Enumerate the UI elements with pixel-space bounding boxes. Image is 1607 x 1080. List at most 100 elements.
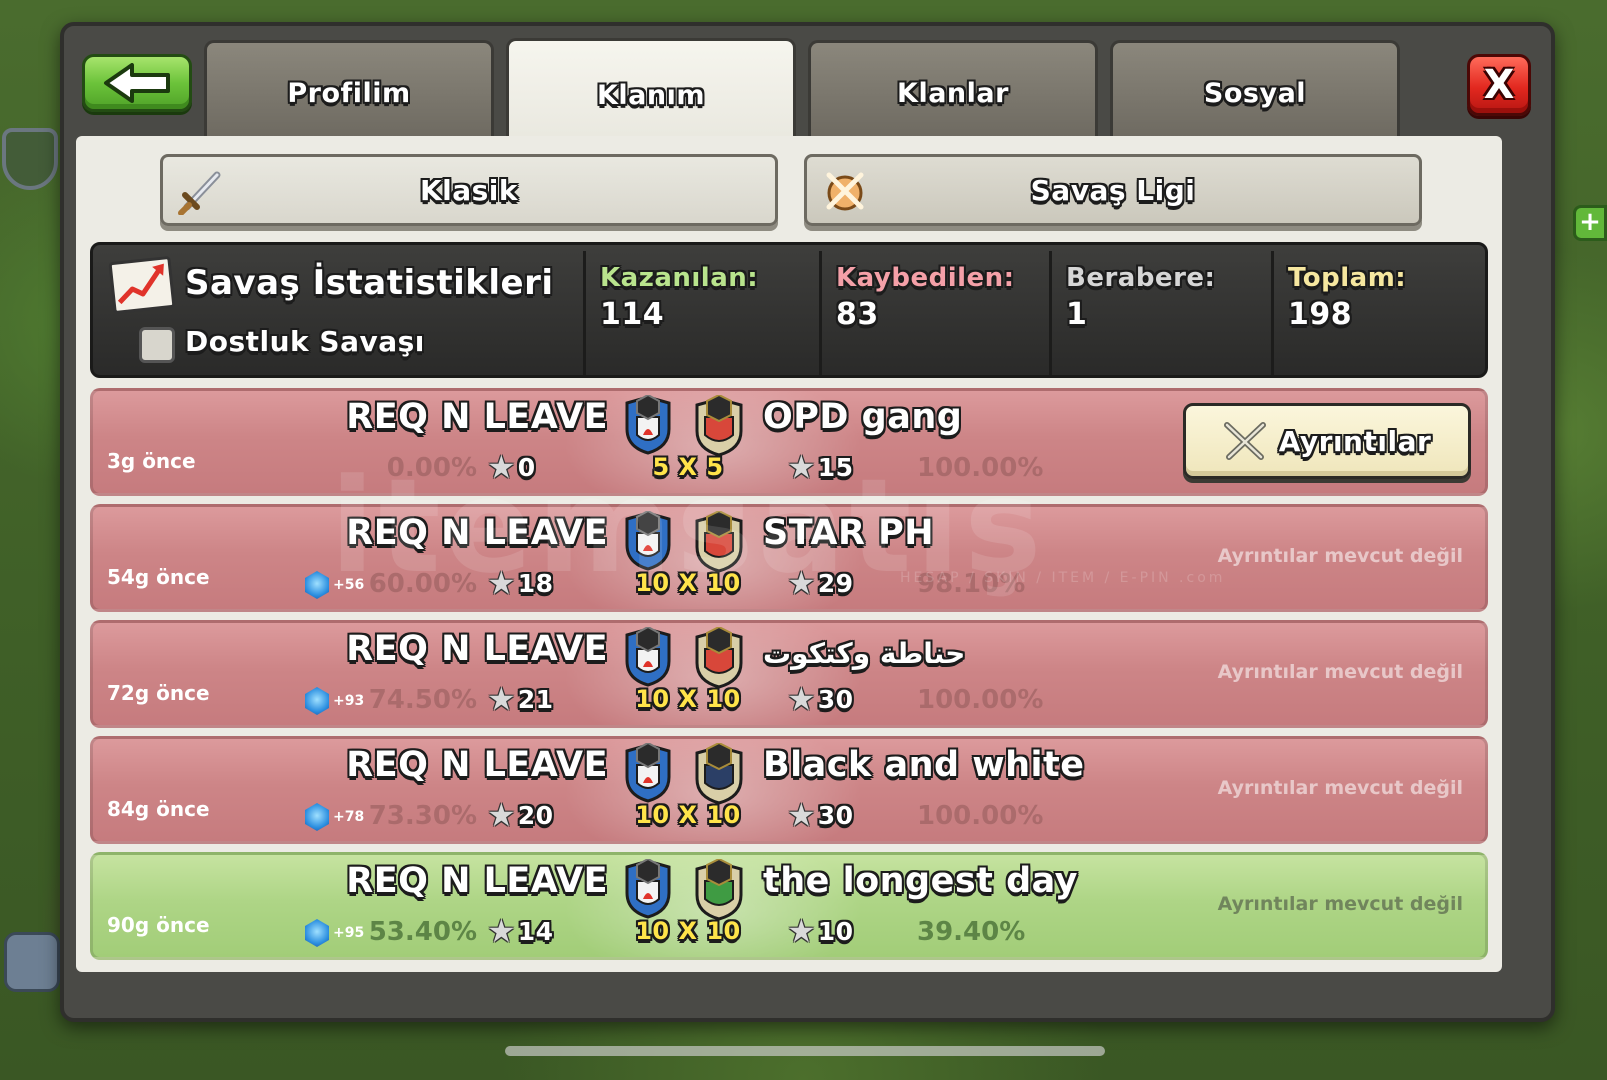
chart-icon <box>108 255 176 315</box>
enemy-clan-badge-icon <box>693 857 745 921</box>
enemy-stars: ★ 30 <box>787 799 853 831</box>
stat-label: Berabere: <box>1066 263 1216 293</box>
home-stars: ★ 20 <box>487 799 553 831</box>
home-clan-name: REQ N LEAVE <box>346 861 608 901</box>
tab-label: Klanlar <box>897 78 1009 109</box>
stat-draw: Berabere: 1 <box>1049 251 1271 375</box>
war-time-ago: 72g önce <box>107 681 210 705</box>
shield-icon <box>2 128 58 190</box>
war-time-ago: 84g önce <box>107 797 210 821</box>
enemy-clan-name: حناطة وكتكوت <box>763 637 966 670</box>
star-icon: ★ <box>787 796 816 834</box>
xp-value: +78 <box>333 809 365 825</box>
tab-profilim[interactable]: Profilim <box>204 40 494 144</box>
tab-label: Klanım <box>596 80 705 111</box>
subtab-savas-ligi[interactable]: Savaş Ligi <box>804 154 1422 226</box>
subtab-klasik[interactable]: Klasik <box>160 154 778 226</box>
enemy-stars: ★ 29 <box>787 567 853 599</box>
stat-value: 114 <box>600 297 665 332</box>
star-icon: ★ <box>787 680 816 718</box>
home-clan-badge-icon <box>623 509 673 571</box>
tab-klanlar[interactable]: Klanlar <box>808 40 1098 144</box>
clan-xp: +78 <box>305 803 364 831</box>
enemy-clan-name: STAR PH <box>763 513 935 553</box>
star-count: 29 <box>817 568 854 598</box>
home-indicator[interactable] <box>505 1046 1105 1056</box>
enemy-clan-name: OPD gang <box>763 397 963 437</box>
star-count: 20 <box>517 800 554 830</box>
xp-value: +56 <box>333 577 365 593</box>
friendly-war-checkbox[interactable] <box>139 327 175 363</box>
close-icon: X <box>1483 62 1515 108</box>
clan-window: Profilim Klanım Klanlar Sosyal X Klasik … <box>60 22 1555 1022</box>
enemy-clan-badge-icon <box>693 393 745 457</box>
xp-gem-icon <box>305 919 329 947</box>
details-button[interactable]: Ayrıntılar <box>1183 403 1471 479</box>
enemy-clan-badge-icon <box>693 625 745 689</box>
stat-won: Kazanılan: 114 <box>583 251 819 375</box>
home-stars: ★ 21 <box>487 683 553 715</box>
crossed-swords-icon <box>1223 422 1266 460</box>
war-time-ago: 90g önce <box>107 913 210 937</box>
home-stars: ★ 18 <box>487 567 553 599</box>
stat-total: Toplam: 198 <box>1271 251 1483 375</box>
plus-icon[interactable]: + <box>1573 205 1607 241</box>
back-button[interactable] <box>82 54 192 112</box>
tab-label: Sosyal <box>1203 78 1307 109</box>
war-time-ago: 54g önce <box>107 565 210 589</box>
home-stars: ★ 0 <box>487 451 536 483</box>
home-clan-name: REQ N LEAVE <box>346 513 608 553</box>
xp-value: +95 <box>333 925 365 941</box>
star-count: 21 <box>517 684 554 714</box>
tab-klanim[interactable]: Klanım <box>506 38 796 150</box>
tab-sosyal[interactable]: Sosyal <box>1110 40 1400 144</box>
xp-value: +93 <box>333 693 365 709</box>
war-time-ago: 3g önce <box>107 449 196 473</box>
star-icon: ★ <box>487 796 516 834</box>
enemy-stars: ★ 10 <box>787 915 853 947</box>
war-log-row: 90g önce +95 REQ N LEAVE the longest day 53… <box>90 852 1488 960</box>
enemy-clan-name: the longest day <box>763 861 1078 901</box>
star-icon: ★ <box>487 680 516 718</box>
xp-gem-icon <box>305 687 329 715</box>
home-clan-name: REQ N LEAVE <box>346 745 608 785</box>
star-count: 10 <box>817 916 854 946</box>
star-icon: ★ <box>787 912 816 950</box>
star-count: 0 <box>517 452 536 482</box>
stat-lost: Kaybedilen: 83 <box>819 251 1049 375</box>
details-label: Ayrıntılar <box>1278 424 1432 458</box>
clan-xp: +56 <box>305 571 364 599</box>
content-panel: Klasik Savaş Ligi Savaş İstatistikleri D… <box>76 136 1502 972</box>
star-count: 18 <box>517 568 554 598</box>
star-icon: ★ <box>487 912 516 950</box>
home-clan-badge-icon <box>623 393 673 455</box>
war-size: 10 X 10 <box>635 569 741 597</box>
arrow-left-icon <box>104 63 170 103</box>
close-button[interactable]: X <box>1467 54 1531 116</box>
clan-xp: +95 <box>305 919 364 947</box>
war-log-row: 84g önce +78 REQ N LEAVE Black and white 73… <box>90 736 1488 844</box>
star-icon: ★ <box>487 448 516 486</box>
stat-value: 83 <box>836 297 879 332</box>
star-count: 15 <box>817 452 854 482</box>
home-destruction-pct: 60.00% <box>368 569 477 599</box>
enemy-clan-badge-icon <box>693 509 745 573</box>
war-size: 10 X 10 <box>635 685 741 713</box>
tab-label: Profilim <box>287 78 411 109</box>
heal-badge-icon <box>4 932 60 992</box>
xp-gem-icon <box>305 803 329 831</box>
war-log-row: 3g önce REQ N LEAVE OPD gang 0.00% ★ 0 5 X 5 ★… <box>90 388 1488 496</box>
enemy-stars: ★ 30 <box>787 683 853 715</box>
crossed-swords-icon <box>821 167 869 215</box>
sword-icon <box>177 167 225 215</box>
enemy-destruction-pct: 39.40% <box>917 917 1026 947</box>
home-destruction-pct: 0.00% <box>386 453 477 483</box>
enemy-destruction-pct: 100.00% <box>917 685 1044 715</box>
details-unavailable-text: Ayrıntılar mevcut değil <box>1217 545 1463 567</box>
war-stats-bar: Savaş İstatistikleri Dostluk Savaşı Kaza… <box>90 242 1488 378</box>
enemy-destruction-pct: 100.00% <box>917 453 1044 483</box>
top-bar: Profilim Klanım Klanlar Sosyal X <box>64 26 1551 150</box>
details-unavailable-text: Ayrıntılar mevcut değil <box>1217 661 1463 683</box>
enemy-clan-badge-icon <box>693 741 745 805</box>
subtab-label: Savaş Ligi <box>1030 173 1196 207</box>
